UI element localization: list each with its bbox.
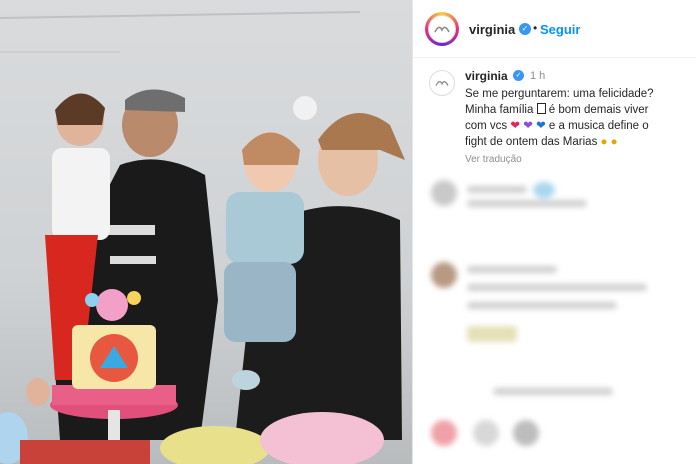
laughing-emoji-icon: ● (600, 136, 608, 148)
brand-logo-icon (434, 26, 450, 33)
post-header: virginia ✓ • Seguir (413, 0, 696, 58)
comment-avatar (431, 262, 457, 288)
see-translation-link[interactable]: Ver tradução (465, 154, 522, 165)
post-sidebar: virginia ✓ • Seguir virginia ✓ 1 h Se me… (412, 0, 696, 464)
comment-meta (493, 388, 613, 395)
comment-text (467, 266, 557, 273)
avatar-logo (428, 15, 456, 43)
comment-text (467, 284, 647, 291)
caption-username[interactable]: virginia (465, 69, 508, 83)
verified-badge-icon: ✓ (513, 70, 524, 81)
comment-avatar (431, 180, 457, 206)
comment-avatar (431, 420, 457, 446)
verified-badge-icon: ✓ (519, 23, 531, 35)
separator-dot: • (533, 21, 538, 35)
comment-avatar (513, 420, 539, 446)
caption-line-3: com vcs ❤ ❤ ❤ e a musica define o (465, 120, 649, 132)
family-birthday-photo (0, 11, 405, 464)
comment-text (467, 186, 527, 193)
brand-logo-icon (435, 81, 449, 86)
post-photo[interactable] (0, 0, 412, 464)
caption-line-1: Se me perguntarem: uma felicidade? (465, 88, 654, 100)
caption-line-2: Minha família é bom demais viver (465, 103, 649, 116)
profile-avatar[interactable] (425, 12, 459, 46)
header-username[interactable]: virginia (469, 22, 515, 37)
caption-avatar[interactable] (429, 70, 455, 96)
comment-emoji (533, 182, 555, 198)
comment-emoji (467, 326, 517, 342)
comment-meta (467, 200, 587, 207)
comment-avatar (473, 420, 499, 446)
follow-button[interactable]: Seguir (540, 22, 580, 37)
caption-text: Se me perguntarem: uma felicidade? Minha… (465, 86, 693, 150)
comment-text (467, 302, 617, 309)
red-heart-icon: ❤ (510, 120, 521, 132)
purple-heart-icon: ❤ (523, 120, 533, 132)
laughing-emoji-icon: ● (610, 136, 618, 148)
post-time[interactable]: 1 h (530, 70, 545, 82)
caption-line-4: fight de ontem das Marias ● ● (465, 136, 618, 148)
instagram-post: virginia ✓ • Seguir virginia ✓ 1 h Se me… (0, 0, 696, 464)
house-emoji-icon (536, 103, 546, 114)
blue-heart-icon: ❤ (536, 120, 546, 132)
